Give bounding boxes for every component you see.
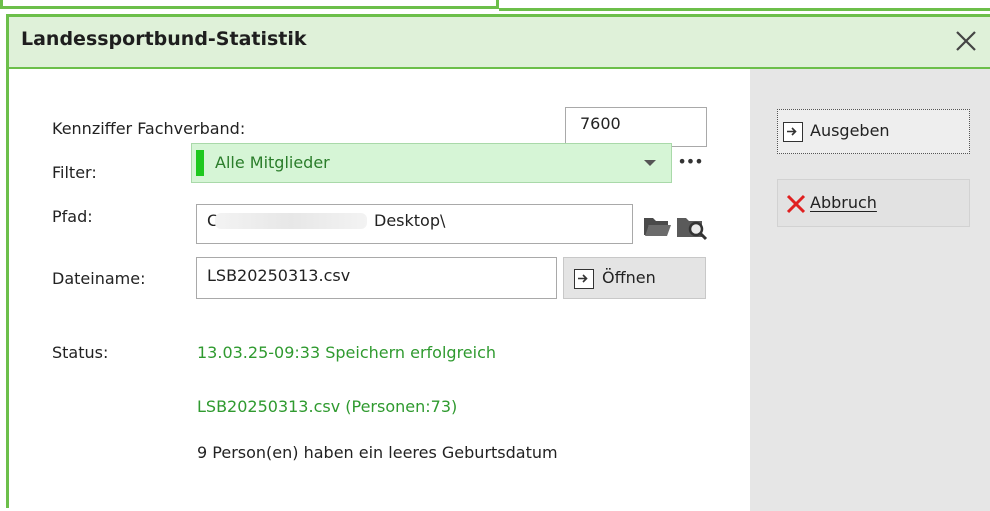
filter-select[interactable]: Alle Mitglieder [191, 143, 672, 183]
abbruch-button-label: Abbruch [810, 193, 877, 212]
arrow-into-box-icon [783, 122, 803, 142]
filter-label: Filter: [52, 163, 97, 182]
kennziffer-input[interactable]: 7600 [565, 107, 707, 147]
folder-button[interactable] [642, 210, 672, 240]
dateiname-label: Dateiname: [52, 269, 146, 288]
status-label: Status: [52, 343, 109, 362]
filter-more-button[interactable]: ••• [673, 149, 707, 177]
status-message-warning: 9 Person(en) haben ein leeres Geburtsdat… [197, 443, 558, 462]
dialog-title: Landessportbund-Statistik [21, 28, 307, 50]
folder-icon [644, 218, 671, 236]
filter-color-marker [196, 150, 204, 176]
abbruch-button[interactable]: Abbruch [777, 179, 970, 227]
path-redaction [215, 213, 367, 229]
open-button[interactable]: Öffnen [563, 257, 706, 299]
close-icon [956, 31, 976, 51]
red-x-icon [786, 194, 806, 214]
kennziffer-label: Kennziffer Fachverband: [52, 119, 246, 138]
pfad-label: Pfad: [52, 207, 93, 226]
browse-button[interactable] [674, 210, 710, 242]
background-tab-left [0, 0, 499, 9]
close-button[interactable] [948, 23, 984, 59]
filter-dropdown-button[interactable] [637, 149, 663, 177]
pfad-suffix: Desktop\ [374, 211, 446, 230]
status-message-file: LSB20250313.csv (Personen:73) [197, 397, 458, 416]
chevron-down-icon [644, 160, 656, 166]
background-tab-right [499, 0, 990, 11]
status-message-save: 13.03.25-09:33 Speichern erfolgreich [197, 343, 497, 362]
arrow-into-box-icon [574, 269, 594, 289]
filter-value: Alle Mitglieder [215, 153, 330, 172]
dateiname-input[interactable]: LSB20250313.csv [196, 257, 557, 299]
ausgeben-button-label: Ausgeben [810, 121, 890, 140]
dialog-titlebar: Landessportbund-Statistik [9, 17, 990, 69]
ausgeben-button[interactable]: Ausgeben [777, 109, 970, 154]
open-button-label: Öffnen [602, 268, 656, 287]
folder-search-icon [677, 218, 708, 241]
